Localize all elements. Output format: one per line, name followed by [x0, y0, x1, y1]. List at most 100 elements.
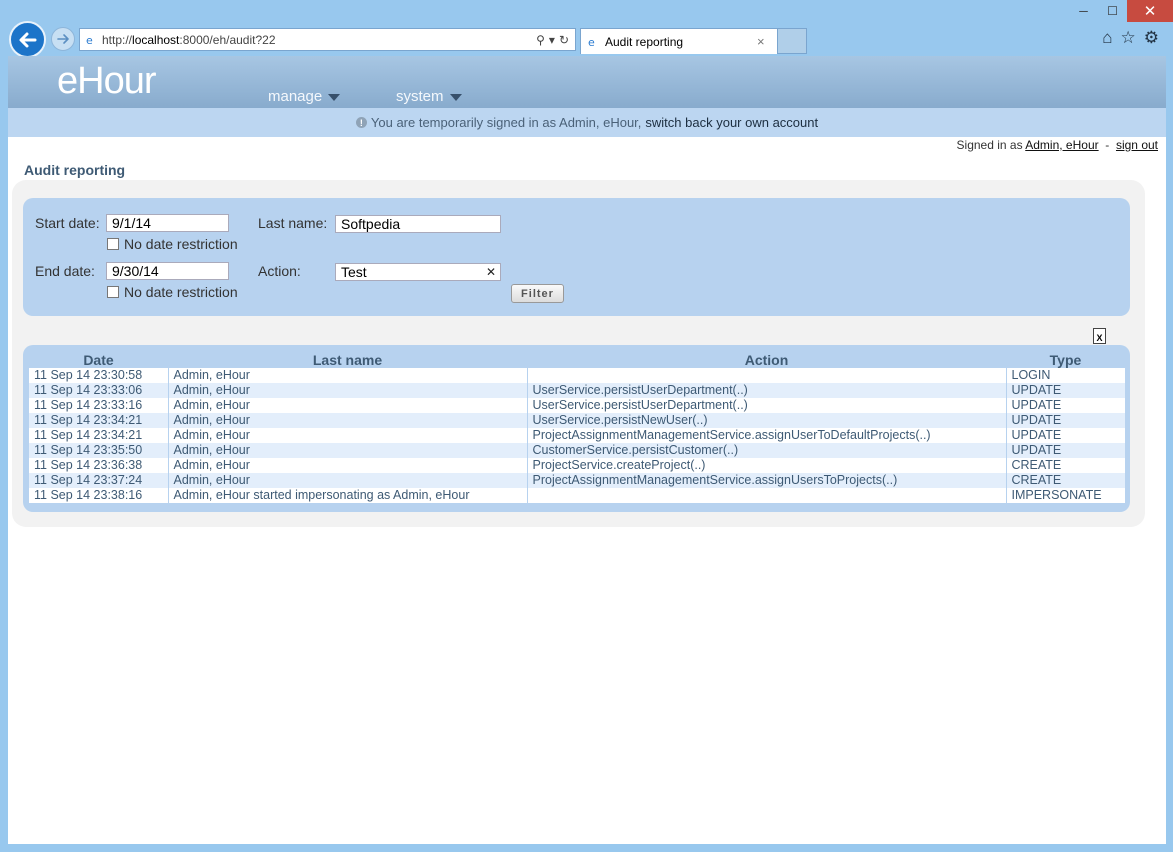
table-row: 11 Sep 14 23:37:24 Admin, eHour ProjectA…	[29, 473, 1125, 488]
browser-window: ─ ☐ ✕ e http://localhost:8000/eh/audit?2…	[0, 0, 1173, 852]
start-date-input[interactable]: 9/1/14	[106, 214, 229, 232]
url-prefix: http://	[102, 32, 133, 47]
checkbox[interactable]	[107, 286, 119, 298]
ie-page-icon: e	[581, 36, 605, 48]
cell-last-name: Admin, eHour	[168, 368, 528, 383]
cell-last-name: Admin, eHour started impersonating as Ad…	[168, 488, 528, 503]
table-row: 11 Sep 14 23:36:38 Admin, eHour ProjectS…	[29, 458, 1125, 473]
cell-last-name: Admin, eHour	[168, 473, 528, 488]
address-bar[interactable]: e http://localhost:8000/eh/audit?22 ⚲ ▾ …	[79, 28, 576, 51]
table-header-row: Date Last name Action Type	[29, 351, 1125, 368]
caret-down-icon	[328, 94, 341, 101]
app-header: eHour manage system	[8, 56, 1166, 108]
minimize-icon[interactable]: ─	[1069, 0, 1098, 22]
cell-action: CustomerService.persistCustomer(..)	[527, 443, 1007, 458]
tab-title: Audit reporting	[605, 34, 684, 49]
chevron-down-icon[interactable]: ▾	[549, 33, 555, 47]
home-icon[interactable]: ⌂	[1102, 28, 1112, 48]
cell-date: 11 Sep 14 23:33:16	[29, 398, 169, 413]
cell-action: UserService.persistUserDepartment(..)	[527, 398, 1007, 413]
last-name-input[interactable]: Softpedia	[335, 215, 501, 233]
checkbox-label: No date restriction	[124, 284, 238, 300]
back-button[interactable]	[9, 21, 46, 58]
window-controls: ─ ☐ ✕	[1069, 0, 1173, 24]
close-tab-icon[interactable]: ×	[757, 34, 777, 49]
cell-date: 11 Sep 14 23:34:21	[29, 413, 169, 428]
menu-manage[interactable]: manage	[268, 88, 341, 105]
separator: -	[1105, 138, 1110, 152]
start-date-label: Start date:	[35, 215, 100, 231]
cell-date: 11 Sep 14 23:37:24	[29, 473, 169, 488]
cell-action: ProjectAssignmentManagementService.assig…	[527, 473, 1007, 488]
cell-action: ProjectService.createProject(..)	[527, 458, 1007, 473]
cell-last-name: Admin, eHour	[168, 413, 528, 428]
switch-back-link[interactable]: switch back your own account	[645, 115, 818, 130]
menu-system[interactable]: system	[396, 88, 462, 105]
end-date-input[interactable]: 9/30/14	[106, 262, 229, 280]
table-row: 11 Sep 14 23:33:06 Admin, eHour UserServ…	[29, 383, 1125, 398]
cell-date: 11 Sep 14 23:35:50	[29, 443, 169, 458]
action-value: Test	[341, 264, 367, 280]
clear-icon[interactable]: ✕	[486, 264, 496, 280]
cell-date: 11 Sep 14 23:38:16	[29, 488, 169, 503]
cell-type: CREATE	[1006, 458, 1125, 473]
maximize-icon[interactable]: ☐	[1098, 0, 1127, 22]
column-header-action[interactable]: Action	[527, 351, 1006, 368]
start-no-date-restriction[interactable]: No date restriction	[107, 236, 238, 252]
forward-button[interactable]	[51, 27, 75, 51]
info-icon: !	[355, 117, 367, 128]
checkbox[interactable]	[107, 238, 119, 250]
url-text[interactable]: http://localhost:8000/eh/audit?22	[102, 33, 536, 47]
menu-label: manage	[268, 88, 323, 105]
table-row: 11 Sep 14 23:34:21 Admin, eHour UserServ…	[29, 413, 1125, 428]
url-host: localhost	[132, 32, 180, 47]
end-no-date-restriction[interactable]: No date restriction	[107, 284, 238, 300]
cell-type: UPDATE	[1006, 428, 1125, 443]
star-icon[interactable]: ☆	[1121, 28, 1136, 48]
gear-icon[interactable]: ⚙	[1144, 28, 1159, 48]
menu-label: system	[396, 88, 444, 105]
cell-date: 11 Sep 14 23:30:58	[29, 368, 169, 383]
last-name-label: Last name:	[258, 215, 328, 231]
table-row: 11 Sep 14 23:30:58 Admin, eHour LOGIN	[29, 368, 1125, 383]
filter-form: Start date: 9/1/14 No date restriction E…	[23, 198, 1130, 316]
column-header-date[interactable]: Date	[29, 351, 168, 368]
action-input[interactable]: Test ✕	[335, 263, 501, 281]
address-tools: ⚲ ▾ ↻	[536, 33, 575, 47]
column-header-type[interactable]: Type	[1006, 351, 1125, 368]
signed-in-user-link[interactable]: Admin, eHour	[1025, 138, 1098, 152]
excel-export-icon[interactable]: X	[1093, 328, 1106, 344]
tab-audit-reporting[interactable]: e Audit reporting ×	[580, 28, 778, 54]
sign-out-link[interactable]: sign out	[1116, 138, 1158, 152]
refresh-icon[interactable]: ↻	[559, 33, 569, 47]
arrow-left-icon	[19, 32, 36, 47]
cell-last-name: Admin, eHour	[168, 398, 528, 413]
cell-last-name: Admin, eHour	[168, 428, 528, 443]
ehour-logo[interactable]: eHour	[57, 60, 156, 103]
column-header-last-name[interactable]: Last name	[168, 351, 527, 368]
close-window-icon[interactable]: ✕	[1127, 0, 1173, 22]
table-row: 11 Sep 14 23:34:21 Admin, eHour ProjectA…	[29, 428, 1125, 443]
cell-type: CREATE	[1006, 473, 1125, 488]
cell-type: UPDATE	[1006, 413, 1125, 428]
end-date-label: End date:	[35, 263, 95, 279]
page-viewport: eHour manage system ! You are temporaril…	[8, 56, 1166, 844]
cell-action: UserService.persistUserDepartment(..)	[527, 383, 1007, 398]
new-tab-button[interactable]	[778, 28, 807, 54]
table-row: 11 Sep 14 23:33:16 Admin, eHour UserServ…	[29, 398, 1125, 413]
caret-down-icon	[449, 94, 462, 101]
cell-action: UserService.persistNewUser(..)	[527, 413, 1007, 428]
cell-type: UPDATE	[1006, 443, 1125, 458]
filter-button[interactable]: Filter	[511, 284, 564, 303]
search-icon[interactable]: ⚲	[536, 33, 545, 47]
cell-action	[527, 488, 1007, 503]
page-title: Audit reporting	[24, 162, 126, 178]
cell-last-name: Admin, eHour	[168, 383, 528, 398]
table-row: 11 Sep 14 23:38:16 Admin, eHour started …	[29, 488, 1125, 503]
url-rest: :8000/eh/audit?22	[179, 32, 276, 47]
cell-type: IMPERSONATE	[1006, 488, 1125, 503]
cell-type: UPDATE	[1006, 383, 1125, 398]
cell-last-name: Admin, eHour	[168, 458, 528, 473]
impersonation-notice: ! You are temporarily signed in as Admin…	[8, 108, 1166, 137]
cell-action: ProjectAssignmentManagementService.assig…	[527, 428, 1007, 443]
